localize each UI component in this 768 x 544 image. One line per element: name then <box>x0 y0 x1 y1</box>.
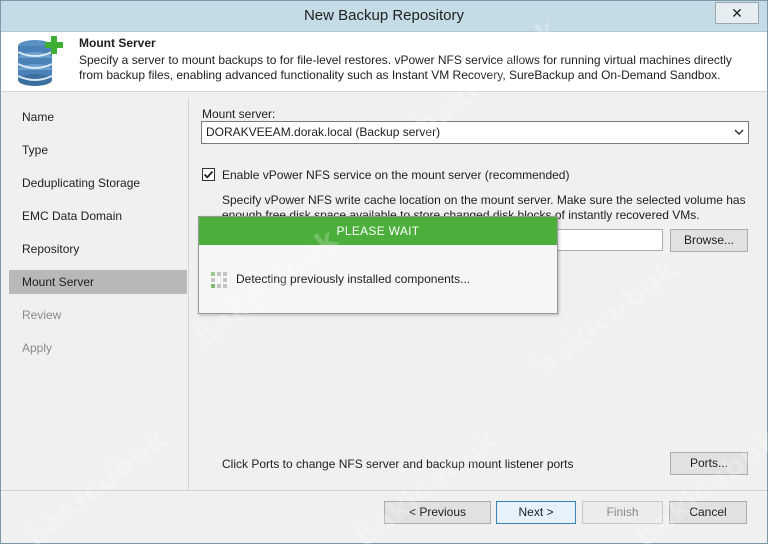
cancel-button[interactable]: Cancel <box>669 501 747 524</box>
please-wait-message: Detecting previously installed component… <box>236 272 471 286</box>
nav-step-name[interactable]: Name <box>9 101 187 134</box>
nav-step-review: Review <box>22 308 62 322</box>
browse-button[interactable]: Browse... <box>670 229 748 252</box>
mount-server-select[interactable]: DORAKVEEAM.dorak.local (Backup server) <box>201 121 749 144</box>
header-description: Specify a server to mount backups to for… <box>79 53 732 82</box>
nav-step-repository[interactable]: Repository <box>9 233 187 266</box>
nav-step-emc-data-domain[interactable]: EMC Data Domain <box>9 200 187 233</box>
nav-divider <box>188 98 189 490</box>
nav-step-apply: Apply <box>22 341 53 355</box>
wizard-window: New Backup Repository ✕ Mount Server Spe… <box>0 0 768 544</box>
ports-hint: Click Ports to change NFS server and bac… <box>222 457 574 471</box>
nav-step-deduplicating-storage[interactable]: Deduplicating Storage <box>9 167 187 200</box>
close-button[interactable]: ✕ <box>715 2 759 24</box>
chevron-down-icon <box>734 122 744 151</box>
nfs-enable-checkbox[interactable] <box>202 168 215 181</box>
please-wait-dialog: PLEASE WAIT Detecting previously install… <box>198 216 558 314</box>
ports-button[interactable]: Ports... <box>670 452 748 475</box>
loading-spinner-icon <box>211 272 227 288</box>
watermark-text: bakicubuk <box>18 421 175 544</box>
cache-location-text-1: Specify vPower NFS write cache location … <box>222 193 746 207</box>
nav-step-mount-server[interactable]: Mount Server <box>9 270 187 294</box>
header-title: Mount Server <box>79 36 156 50</box>
cache-path-input[interactable] <box>556 229 663 251</box>
mount-server-label: Mount server: <box>202 107 276 121</box>
next-button[interactable]: Next > <box>496 501 576 524</box>
title-bar: New Backup Repository ✕ <box>1 1 767 32</box>
database-add-icon <box>13 36 69 90</box>
please-wait-title: PLEASE WAIT <box>199 217 557 245</box>
wizard-steps-nav: Name Type Deduplicating Storage EMC Data… <box>9 101 187 365</box>
nav-step-type[interactable]: Type <box>9 134 187 167</box>
nfs-enable-label[interactable]: Enable vPower NFS service on the mount s… <box>222 168 569 182</box>
close-icon: ✕ <box>731 4 743 21</box>
previous-button[interactable]: < Previous <box>384 501 491 524</box>
finish-button: Finish <box>582 501 663 524</box>
mount-server-value: DORAKVEEAM.dorak.local (Backup server) <box>206 125 441 139</box>
wizard-header: Mount Server Specify a server to mount b… <box>1 32 767 92</box>
footer-divider <box>1 490 767 491</box>
window-title: New Backup Repository <box>303 7 465 24</box>
